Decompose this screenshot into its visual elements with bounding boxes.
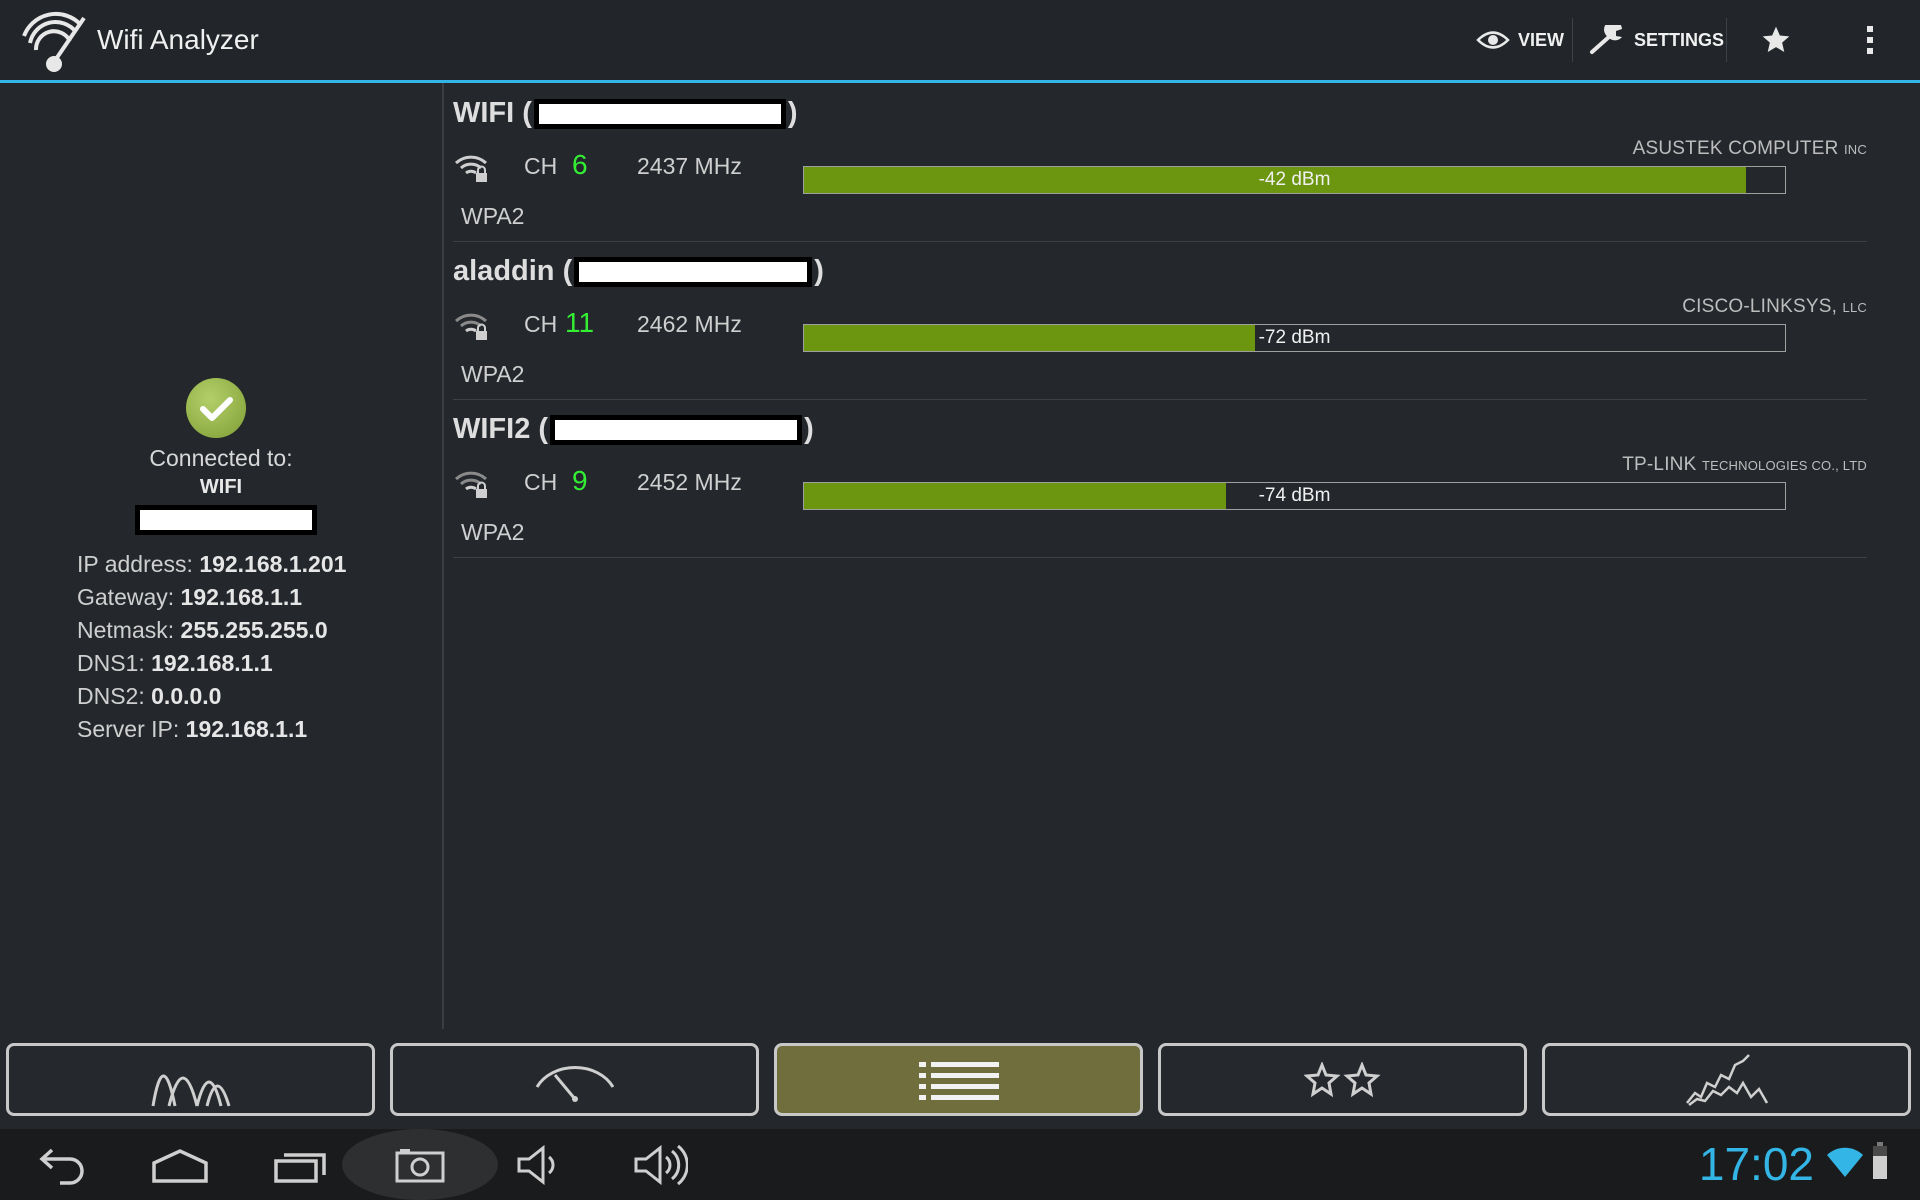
system-navigation-bar: [0, 1129, 1920, 1200]
ap-name: aladdin (): [453, 255, 824, 287]
connected-label: Connected to:: [149, 445, 293, 471]
dns2-row: DNS2: 0.0.0.0: [77, 683, 222, 709]
ip-address-row: IP address: 192.168.1.201: [77, 551, 347, 577]
signal-bar: -74 dBm: [803, 482, 1786, 510]
more-vert-icon: [1867, 26, 1873, 54]
divider: [1726, 18, 1727, 62]
volume-up-button[interactable]: [628, 1129, 692, 1200]
redacted-bssid: [533, 98, 786, 129]
back-icon: [39, 1148, 84, 1185]
view-label: VIEW: [1518, 29, 1565, 50]
dns1-row: DNS1: 192.168.1.1: [77, 650, 273, 676]
channel-graph-icon: [151, 1074, 230, 1106]
vendor: TP-LINK TECHNOLOGIES CO., LTD: [1622, 454, 1867, 475]
ap-ssid: WIFI2: [453, 413, 531, 445]
camera-icon: [395, 1148, 445, 1182]
home-button[interactable]: [144, 1129, 216, 1200]
volume-down-button[interactable]: [512, 1129, 568, 1200]
vendor: CISCO-LINKSYS, LLC: [1682, 296, 1867, 317]
vendor: ASUSTEK COMPUTER INC: [1632, 138, 1867, 159]
wifi-analyzer-logo-icon[interactable]: [18, 10, 94, 74]
stars-icon: [1303, 1061, 1381, 1097]
ap-list-item[interactable]: aladdin () CH 11 2462 MHz CISCO-LINKSYS,…: [453, 241, 1867, 400]
overflow-menu-button[interactable]: [1860, 0, 1880, 80]
network-info: IP address: 192.168.1.201 Gateway: 192.1…: [77, 548, 346, 746]
channel-label: CH: [524, 469, 558, 495]
signal-strength: -72 dBm: [1258, 327, 1331, 348]
tab-time-graph[interactable]: [1542, 1043, 1911, 1116]
back-button[interactable]: [24, 1129, 96, 1200]
channel-number: 9: [572, 465, 588, 496]
frequency: 2437 MHz: [637, 153, 742, 179]
security-type: WPA2: [461, 203, 525, 229]
channel-number: 6: [572, 149, 588, 180]
star-icon: [1762, 26, 1790, 52]
eye-icon: [1476, 31, 1510, 49]
wifi-lock-icon: [454, 155, 488, 182]
signal-bar: -72 dBm: [803, 324, 1786, 352]
app-title: Wifi Analyzer: [97, 24, 259, 55]
signal-meter-icon: [535, 1065, 614, 1102]
battery-icon: [1873, 1142, 1887, 1179]
list-icon: [918, 1061, 999, 1100]
wifi-lock-icon: [454, 471, 488, 498]
ap-ssid: aladdin: [453, 255, 555, 287]
home-icon: [152, 1148, 208, 1183]
wifi-status-icon: [1827, 1147, 1863, 1177]
netmask-row: Netmask: 255.255.255.0: [77, 617, 328, 643]
divider: [1572, 18, 1573, 62]
ap-list-item[interactable]: WIFI () CH 6 2437 MHz ASUSTEK COMPUTER I…: [453, 83, 1867, 242]
signal-strength: -42 dBm: [1258, 169, 1331, 190]
volume-up-icon: [634, 1144, 688, 1185]
ap-ssid: WIFI: [453, 97, 515, 129]
tab-channel-graph[interactable]: [6, 1043, 375, 1116]
server-ip-row: Server IP: 192.168.1.1: [77, 716, 308, 742]
tab-signal-meter[interactable]: [390, 1043, 759, 1116]
wifi-lock-icon: [454, 313, 488, 340]
volume-down-icon: [517, 1144, 555, 1185]
frequency: 2462 MHz: [637, 311, 742, 337]
connected-check-icon: [186, 378, 246, 438]
action-bar: Wifi Analyzer VIEW SETTINGS: [0, 0, 1920, 83]
channel-label: CH: [524, 153, 558, 179]
tab-channel-rating[interactable]: [1158, 1043, 1527, 1116]
settings-button[interactable]: SETTINGS: [1588, 0, 1724, 80]
channel-number: 11: [565, 307, 595, 338]
settings-label: SETTINGS: [1634, 29, 1725, 50]
security-type: WPA2: [461, 361, 525, 387]
security-type: WPA2: [461, 519, 525, 545]
time-graph-icon: [1685, 1053, 1768, 1106]
channel-label: CH: [524, 311, 558, 337]
view-button[interactable]: VIEW: [1476, 0, 1564, 80]
recent-apps-button[interactable]: [264, 1129, 336, 1200]
ap-name: WIFI2 (): [453, 413, 814, 445]
wrench-icon: [1590, 25, 1622, 54]
signal-bar: -42 dBm: [803, 166, 1786, 194]
tab-ap-list[interactable]: [774, 1043, 1143, 1116]
recent-apps-icon: [274, 1152, 326, 1183]
frequency: 2452 MHz: [637, 469, 742, 495]
signal-strength: -74 dBm: [1258, 485, 1331, 506]
ap-list-item[interactable]: WIFI2 () CH 9 2452 MHz TP-LINK TECHNOLOG…: [453, 399, 1867, 558]
redacted-bssid: [574, 256, 813, 287]
connected-ssid: WIFI: [199, 476, 243, 498]
ap-name: WIFI (): [453, 97, 798, 129]
redacted-bssid: [135, 505, 317, 535]
screenshot-button[interactable]: [342, 1129, 498, 1200]
redacted-bssid: [550, 414, 803, 445]
status-clock: 17:02: [1698, 1138, 1814, 1190]
connection-panel: Connected to: WIFI IP address: 192.168.1…: [0, 83, 444, 1029]
favorite-button[interactable]: [1756, 0, 1796, 80]
gateway-row: Gateway: 192.168.1.1: [77, 584, 303, 610]
